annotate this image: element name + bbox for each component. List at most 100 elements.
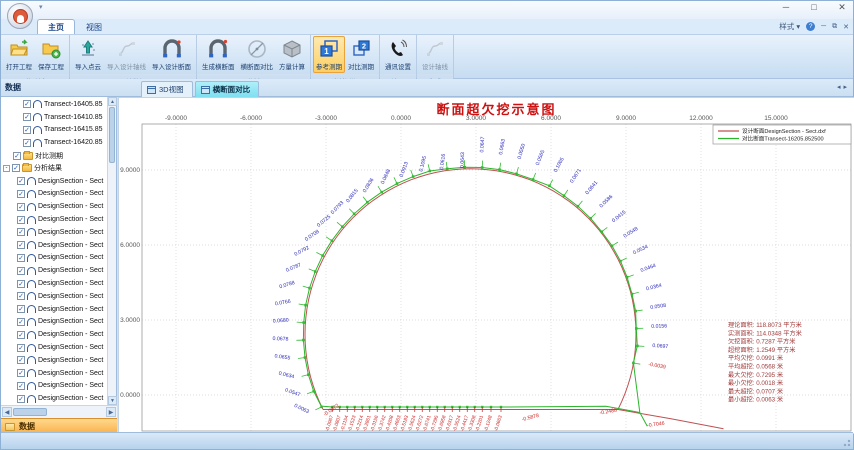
tree-item-DesignSection - Sect[interactable]: ✓ DesignSection - Sect (1, 328, 107, 341)
close-button[interactable]: ✕ (835, 2, 849, 13)
tree-item-DesignSection - Sect[interactable]: ✓DesignSection - Sect (1, 252, 107, 265)
tree-item-DesignSection - Sect[interactable]: ✓DesignSection - Sect (1, 239, 107, 252)
tunnel-section-icon (27, 344, 36, 352)
tree-checkbox[interactable]: ✓ (17, 356, 25, 364)
tree-checkbox[interactable]: ✓ (23, 139, 31, 147)
tree-item-DesignSection - Sect[interactable]: ✓DesignSection - Sect (1, 341, 107, 354)
tree-checkbox[interactable]: ✓ (17, 241, 25, 249)
tree-checkbox[interactable]: ✓ (17, 216, 25, 224)
tree-checkbox[interactable]: ✓ (17, 177, 25, 185)
tree-item-DesignSection - Sect[interactable]: ✓DesignSection - Sect (1, 290, 107, 303)
tree-item-Transect-16420.85[interactable]: ✓Transect-16420.85 (1, 136, 107, 149)
section-compare-view[interactable]: -9.0000-6.0000-3.00000.00003.00006.00009… (118, 97, 854, 434)
tree-item-DesignSection - Sect[interactable]: ✓DesignSection - Sect (1, 200, 107, 213)
ribbon-button-参考测期[interactable]: 1参考测期 (313, 36, 345, 73)
hscroll-thumb[interactable] (13, 408, 47, 416)
stat-line: 实测面积: 114.0348 平方米 (728, 329, 802, 337)
tree-item-DesignSection - Sect[interactable]: ✓DesignSection - Sect (1, 380, 107, 393)
tree-checkbox[interactable]: ✓ (17, 344, 25, 352)
app-menu-button[interactable] (7, 3, 33, 29)
tree-checkbox[interactable]: ✓ (17, 254, 25, 262)
ribbon-button-对比测期[interactable]: 2对比测期 (345, 36, 377, 73)
tree-item-Transect-16415.85[interactable]: ✓Transect-16415.85 (1, 124, 107, 137)
resize-grip[interactable] (841, 437, 851, 447)
doc-tab-0[interactable]: 3D视图 (141, 81, 193, 97)
maximize-button[interactable]: □ (807, 2, 821, 13)
tree-item-DesignSection - Sect[interactable]: ✓DesignSection - Sect (1, 188, 107, 201)
ribbon-button-生成横断面[interactable]: 生成横断面 (199, 36, 238, 73)
mdi-close-button[interactable]: ✕ (843, 23, 849, 31)
expander-icon[interactable]: - (3, 165, 10, 172)
tree-item-DesignSection - Sect[interactable]: ✓DesignSection - Sect (1, 354, 107, 367)
tree-checkbox[interactable]: ✓ (17, 203, 25, 211)
tree-checkbox[interactable]: ✓ (17, 280, 25, 288)
volume-calc-icon (281, 38, 303, 60)
tree-item-对比测期[interactable]: ✓对比测期 (1, 149, 107, 162)
tree-checkbox[interactable]: ✓ (23, 126, 31, 134)
vscroll-thumb[interactable] (109, 107, 115, 163)
tree-item-DesignSection - Sect[interactable]: ✓DesignSection - Sect (1, 175, 107, 188)
tree-item-分析结果[interactable]: -✓分析结果 (1, 162, 107, 175)
tree-checkbox[interactable]: ✓ (17, 267, 25, 275)
scroll-left-icon[interactable]: ◀ (2, 407, 12, 417)
ribbon-button-导入设计轴线[interactable]: 导入设计轴线 (104, 36, 149, 73)
tree-item-DesignSection - Sect[interactable]: ✓DesignSection - Sect (1, 264, 107, 277)
tunnel-section-icon (27, 292, 36, 300)
ribbon-button-设计轴线[interactable]: 设计轴线 (419, 36, 451, 73)
tree-item-DesignSection - Sect[interactable]: ✓DesignSection - Sect (1, 303, 107, 316)
tree-item-DesignSection - Sect[interactable]: ✓DesignSection - Sect (1, 316, 107, 329)
tree-checkbox[interactable]: ✓ (17, 292, 25, 300)
y-tick-label: 9.0000 (120, 167, 140, 174)
tunnel-section-icon (27, 267, 36, 275)
minimize-button[interactable]: ─ (779, 2, 793, 13)
tree-vertical-scrollbar[interactable]: ▲ ▼ (107, 97, 116, 405)
measure-tick (326, 237, 332, 241)
tree-item-DesignSection - Sect[interactable]: ✓DesignSection - Sect (1, 392, 107, 405)
scroll-right-icon[interactable]: ▶ (106, 407, 116, 417)
tree-checkbox[interactable]: ✓ (17, 228, 25, 236)
tree-checkbox[interactable]: ✓ (23, 113, 31, 121)
tree-checkbox[interactable]: ✓ (17, 305, 25, 313)
tree-checkbox[interactable]: ✓ (17, 318, 25, 326)
tree-horizontal-scrollbar[interactable]: ◀ ▶ (1, 405, 117, 418)
tree-checkbox[interactable]: ✓ (12, 164, 20, 172)
tab-scroll-right-icon[interactable]: ▸ (843, 84, 850, 91)
tree-item-DesignSection - Sect[interactable]: ✓DesignSection - Sect (1, 213, 107, 226)
tree-item-DesignSection - Sect[interactable]: ✓DesignSection - Sect (1, 277, 107, 290)
measure-value-label: 0.0534 (632, 244, 649, 256)
tree-item-DesignSection - Sect[interactable]: ✓DesignSection - Sect (1, 226, 107, 239)
scroll-up-icon[interactable]: ▲ (108, 97, 117, 106)
measure-value-label: 0.0586 (599, 194, 615, 209)
help-icon[interactable]: ? (806, 22, 815, 31)
tree-checkbox[interactable]: ✓ (17, 382, 25, 390)
tree-checkbox[interactable]: ✓ (17, 369, 25, 377)
tree-item-Transect-16405.85[interactable]: ✓Transect-16405.85 (1, 98, 107, 111)
ribbon-button-方量计算[interactable]: 方量计算 (276, 36, 308, 73)
mdi-minimize-button[interactable]: ─ (821, 23, 826, 30)
tree-item-label: DesignSection - Sect (38, 331, 103, 338)
ribbon-button-横断面对比[interactable]: 横断面对比 (238, 36, 277, 73)
ribbon-button-打开工程[interactable]: 打开工程 (3, 36, 35, 73)
quick-access-caret-icon[interactable]: ▾ (39, 3, 43, 11)
ribbon-button-导入设计断面[interactable]: 导入设计断面 (149, 36, 194, 73)
tree-checkbox[interactable]: ✓ (13, 152, 21, 160)
folder-icon (5, 423, 15, 431)
tree-item-Transect-16410.85[interactable]: ✓Transect-16410.85 (1, 111, 107, 124)
tree-checkbox[interactable]: ✓ (23, 100, 31, 108)
tree-checkbox[interactable]: ✓ (17, 190, 25, 198)
ribbon-group-5: 设计轴线生成 (417, 35, 454, 78)
ribbon-button-保存工程[interactable]: 保存工程 (35, 36, 67, 73)
ribbon-button-通讯设置[interactable]: 通讯设置 (382, 36, 414, 73)
tree-item-DesignSection - Sect[interactable]: ✓DesignSection - Sect (1, 367, 107, 380)
ribbon-tab-0[interactable]: 主页 (37, 19, 75, 34)
ribbon-tab-1[interactable]: 视图 (75, 19, 113, 34)
doc-tab-1[interactable]: 横断面对比 (195, 81, 260, 97)
open-project-icon (8, 38, 30, 60)
ribbon-button-导入点云[interactable]: 导入点云 (72, 36, 104, 73)
tree-checkbox[interactable]: ✓ (17, 331, 25, 339)
measure-value-label: 0.0655 (274, 353, 291, 361)
tree-checkbox[interactable]: ✓ (17, 395, 25, 403)
scroll-down-icon[interactable]: ▼ (108, 396, 117, 405)
mdi-restore-button[interactable]: ⧉ (832, 23, 837, 31)
style-dropdown[interactable]: 样式 ▾ (779, 21, 800, 32)
